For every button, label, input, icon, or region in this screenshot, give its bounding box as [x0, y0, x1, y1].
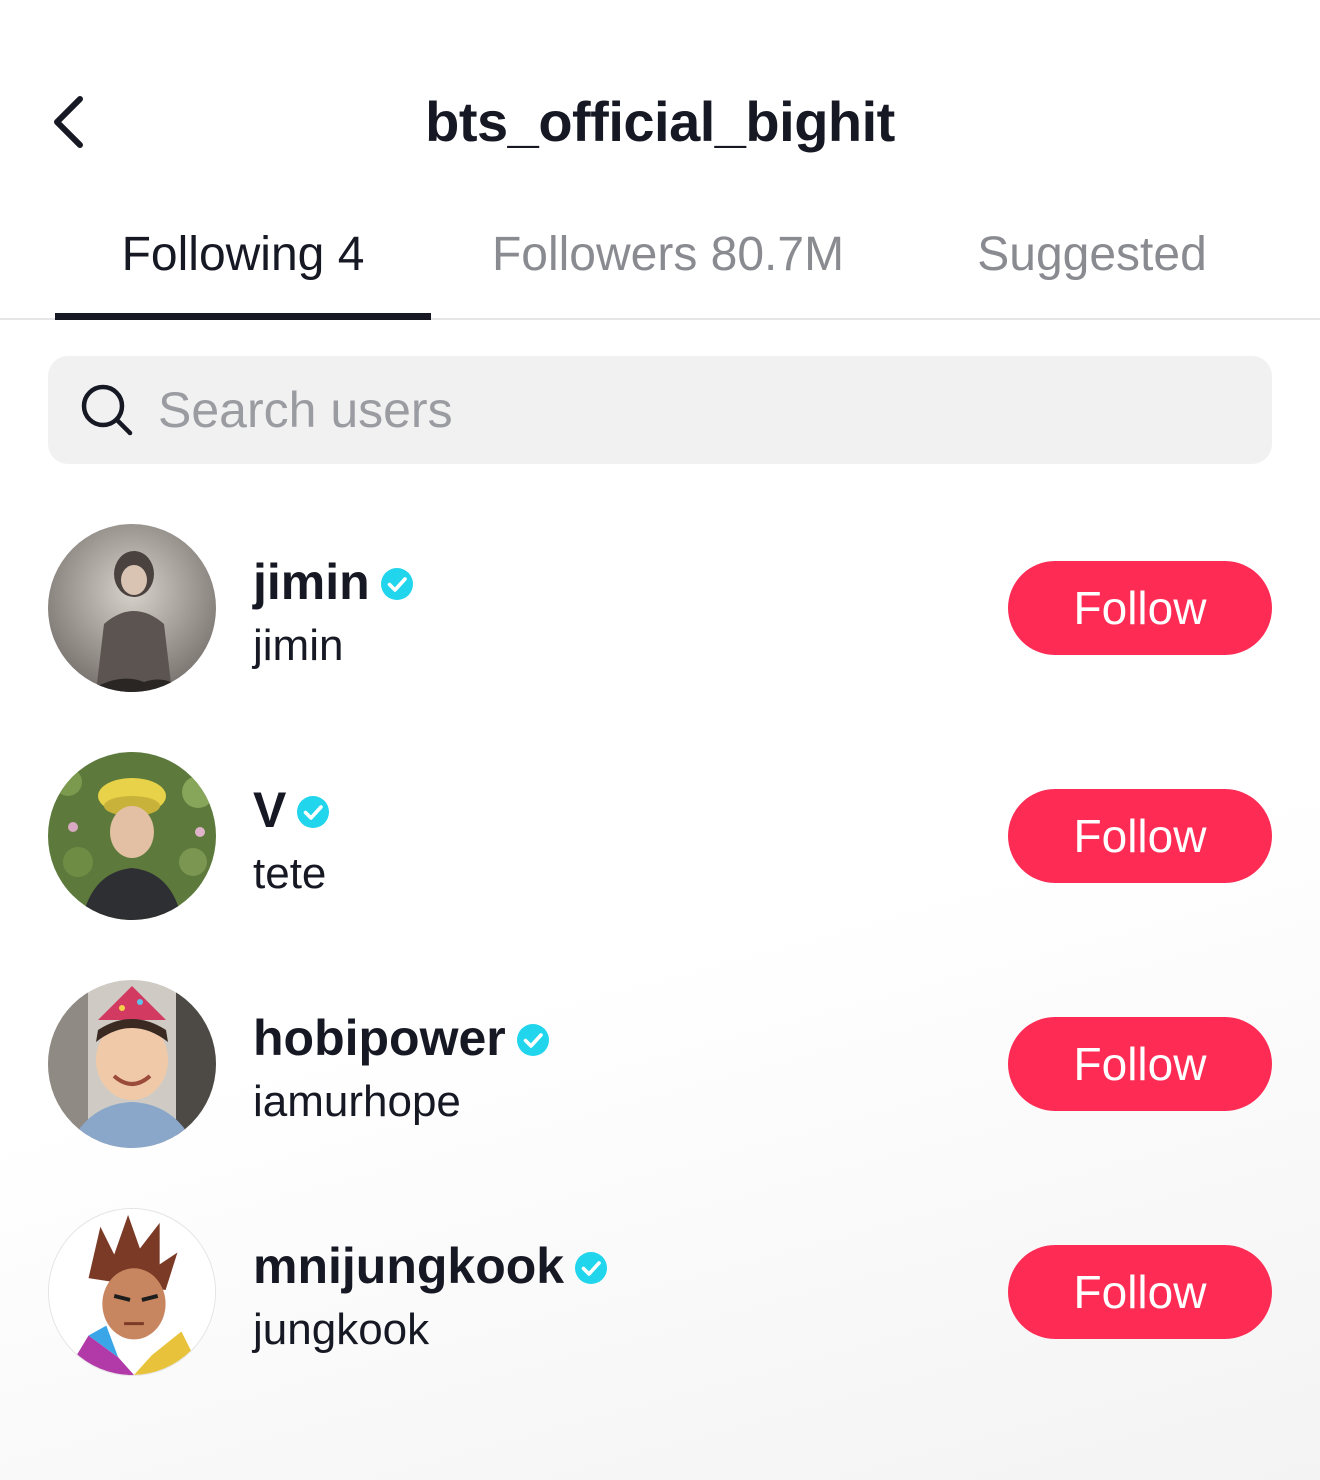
list-item[interactable]: hobipower iamurhope Follow [0, 950, 1320, 1178]
follow-button[interactable]: Follow [1008, 789, 1272, 883]
verified-badge-icon [296, 795, 330, 829]
user-display-name[interactable]: jimin [253, 552, 370, 612]
search-icon [81, 384, 133, 436]
user-username: iamurhope [253, 1077, 461, 1126]
user-name-line: jimin [253, 552, 414, 612]
user-display-name[interactable]: mnijungkook [253, 1236, 564, 1296]
avatar[interactable] [48, 980, 216, 1148]
active-tab-indicator [55, 313, 431, 320]
top-bar: bts_official_bighit [0, 0, 1320, 200]
avatar[interactable] [48, 524, 216, 692]
verified-badge-icon [380, 567, 414, 601]
user-name-line: mnijungkook [253, 1236, 608, 1296]
tab-suggested[interactable]: Suggested [930, 226, 1254, 320]
page-title: bts_official_bighit [425, 90, 895, 153]
verified-badge-icon [516, 1023, 550, 1057]
list-item[interactable]: mnijungkook jungkook Follow [0, 1178, 1320, 1406]
avatar[interactable] [48, 752, 216, 920]
list-item[interactable]: V tete Follow [0, 722, 1320, 950]
follow-button[interactable]: Follow [1008, 1017, 1272, 1111]
list-item[interactable]: jimin jimin Follow [0, 494, 1320, 722]
follow-button[interactable]: Follow [1008, 561, 1272, 655]
follow-button[interactable]: Follow [1008, 1245, 1272, 1339]
tab-followers[interactable]: Followers 80.7M [448, 226, 888, 320]
user-display-name[interactable]: V [253, 780, 286, 840]
user-username: jimin [253, 621, 344, 670]
avatar[interactable] [48, 1208, 216, 1376]
user-name-line: hobipower [253, 1008, 550, 1068]
verified-badge-icon [574, 1251, 608, 1285]
tab-following[interactable]: Following 4 [55, 226, 431, 320]
tab-bar: Following 4 Followers 80.7M Suggested [0, 200, 1320, 320]
user-display-name[interactable]: hobipower [253, 1008, 506, 1068]
search-bar[interactable] [48, 356, 1272, 464]
user-name-line: V [253, 780, 330, 840]
search-input[interactable] [156, 380, 1160, 440]
user-username: tete [253, 849, 327, 898]
user-username: jungkook [253, 1305, 430, 1354]
